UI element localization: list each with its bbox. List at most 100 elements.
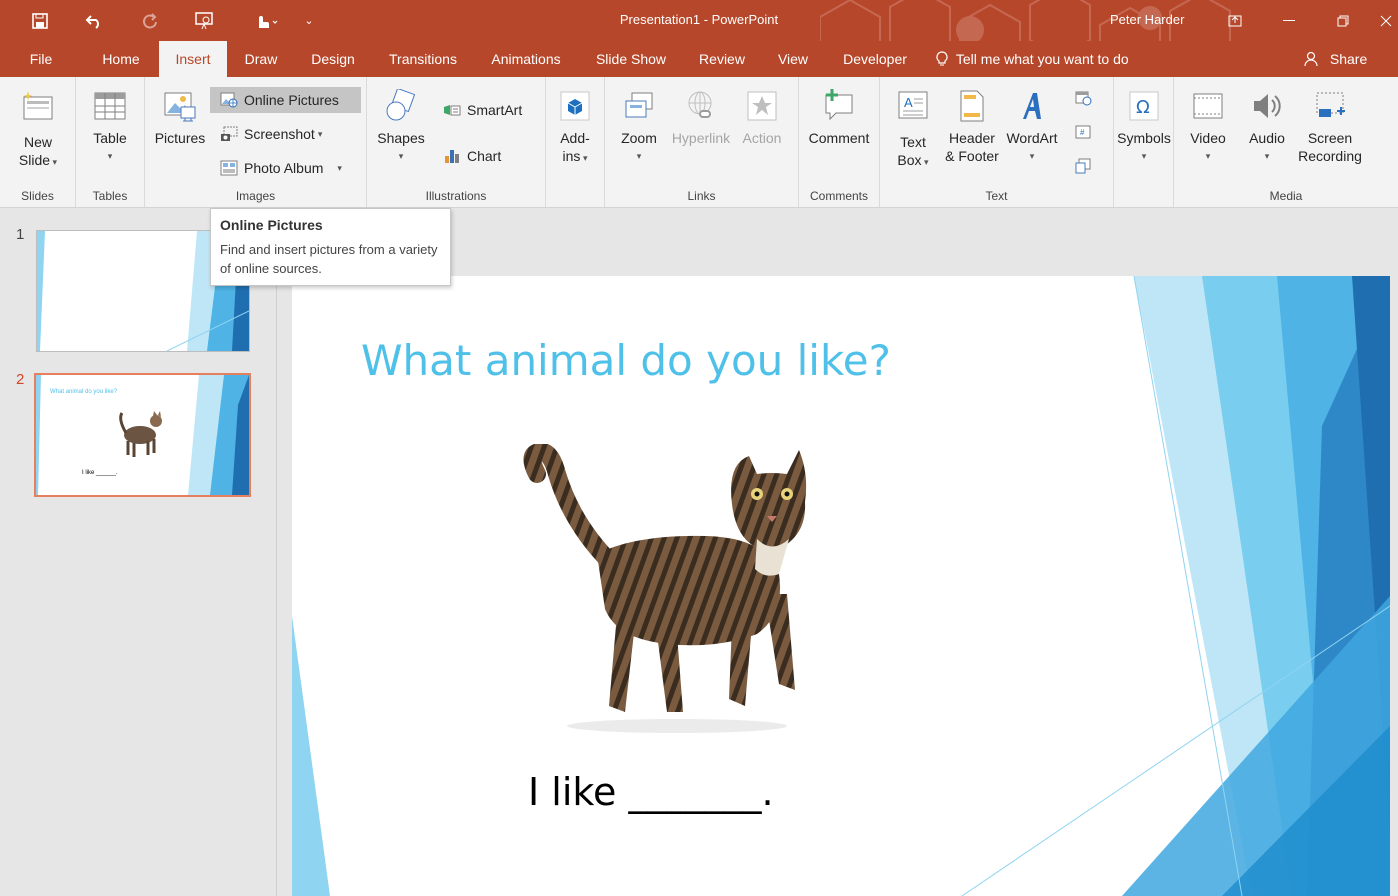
slide-thumbnail-2-selected[interactable]: What animal do you like? I like ______. (34, 373, 251, 497)
new-slide-button[interactable]: New Slide ▾ (8, 85, 68, 171)
dropdown-arrow-icon: ▾ (398, 151, 404, 161)
text-box-label1: Text (900, 134, 926, 150)
window-title: Presentation1 - PowerPoint (619, 12, 779, 27)
dropdown-arrow-icon: ▾ (337, 163, 342, 173)
ribbon-tabs: File Home Insert Draw Design Transitions… (0, 41, 1398, 77)
tab-file[interactable]: File (18, 41, 64, 77)
user-name[interactable]: Peter Harder (1110, 12, 1184, 27)
chart-button[interactable]: Chart (443, 143, 501, 169)
group-label-links: Links (687, 189, 716, 203)
text-box-button[interactable]: A Text Box ▾ (890, 85, 936, 171)
symbols-button[interactable]: Ω Symbols ▾ (1116, 85, 1172, 165)
hyperlink-button[interactable]: Hyperlink (668, 85, 734, 147)
screen-recording-label2: Recording (1298, 148, 1362, 164)
dropdown-arrow-icon: ▾ (1205, 151, 1211, 161)
smartart-button[interactable]: SmartArt (443, 97, 522, 123)
group-symbols: Ω Symbols ▾ (1114, 77, 1174, 207)
comment-button[interactable]: Comment (805, 85, 873, 147)
table-button[interactable]: Table ▾ (82, 85, 138, 165)
speaker-icon (1250, 89, 1284, 123)
dropdown-arrow-icon: ▾ (580, 153, 588, 163)
comment-label: Comment (808, 130, 870, 146)
add-ins-label2: ins (562, 148, 581, 164)
video-button[interactable]: Video ▾ (1182, 85, 1234, 165)
shapes-button[interactable]: Shapes ▾ (373, 85, 429, 165)
shapes-icon (384, 87, 418, 123)
group-label-illustrations: Illustrations (425, 189, 487, 203)
svg-text:Ω: Ω (1136, 97, 1150, 118)
date-time-button[interactable] (1074, 85, 1098, 111)
table-icon (93, 89, 127, 123)
audio-label: Audio (1249, 130, 1285, 146)
close-icon[interactable] (1374, 0, 1398, 41)
group-comments: Comment Comments (799, 77, 880, 207)
symbols-label: Symbols (1117, 130, 1171, 146)
online-pictures-button[interactable]: Online Pictures (210, 87, 361, 113)
slide-body-text[interactable]: I like _______. (528, 770, 774, 814)
tooltip-description: Find and insert pictures from a variety … (220, 242, 438, 276)
add-ins-button[interactable]: Add- ins ▾ (550, 85, 600, 167)
tab-developer[interactable]: Developer (834, 41, 916, 77)
tab-design[interactable]: Design (302, 41, 364, 77)
cat-image[interactable] (517, 444, 827, 734)
thumbnail-2-title: What animal do you like? (50, 389, 118, 395)
group-images: Pictures Online Pictures Screenshot ▾ Pho… (145, 77, 367, 207)
tab-transitions[interactable]: Transitions (382, 41, 464, 77)
tab-home[interactable]: Home (92, 41, 150, 77)
dropdown-arrow-icon: ▾ (921, 157, 929, 167)
slide-number-button[interactable]: # (1074, 119, 1098, 145)
new-slide-icon (21, 89, 55, 123)
svg-text:A: A (904, 95, 913, 110)
header-footer-button[interactable]: Header & Footer (940, 85, 1004, 165)
object-button[interactable] (1074, 153, 1098, 179)
header-footer-label2: & Footer (945, 148, 999, 164)
chart-icon (445, 150, 459, 163)
slide-number-icon: # (1075, 125, 1091, 139)
new-slide-label2: Slide (18, 152, 51, 168)
pictures-button[interactable]: Pictures (153, 85, 207, 147)
date-time-icon (1075, 91, 1092, 106)
table-label: Table (93, 130, 127, 146)
screen-recording-label1: Screen (1307, 130, 1353, 146)
photo-album-icon (220, 160, 238, 176)
group-media: Video ▾ Audio ▾ Screen Recording Media (1174, 77, 1398, 207)
photo-album-label: Photo Album (244, 160, 324, 176)
share-button[interactable]: Share (1304, 41, 1367, 77)
screenshot-button[interactable]: Screenshot ▾ (220, 121, 322, 147)
header-footer-icon (955, 89, 989, 123)
tab-slide-show[interactable]: Slide Show (588, 41, 674, 77)
restore-icon[interactable] (1320, 0, 1366, 41)
ribbon-display-options-icon[interactable] (1212, 0, 1258, 41)
smartart-icon (444, 105, 461, 116)
tab-view[interactable]: View (768, 41, 818, 77)
tab-review[interactable]: Review (692, 41, 752, 77)
share-label: Share (1329, 51, 1368, 67)
tab-animations[interactable]: Animations (480, 41, 572, 77)
add-ins-icon (558, 89, 592, 123)
audio-button[interactable]: Audio ▾ (1240, 85, 1294, 165)
screen-recording-button[interactable]: Screen Recording (1296, 85, 1364, 165)
dropdown-arrow-icon: ▾ (636, 151, 642, 161)
online-pictures-icon (220, 92, 238, 108)
tell-me-search[interactable]: Tell me what you want to do (936, 41, 1129, 77)
slide-canvas[interactable]: What animal do you like? I like _______. (292, 276, 1390, 896)
group-label-tables: Tables (92, 189, 128, 203)
pictures-icon (163, 89, 197, 123)
thumbnail-number: 2 (16, 371, 25, 388)
tooltip-title: Online Pictures (220, 217, 323, 233)
tell-me-text: Tell me what you want to do (955, 51, 1129, 67)
tab-insert[interactable]: Insert (159, 41, 227, 77)
chart-label: Chart (467, 148, 502, 164)
minimize-icon[interactable] (1266, 0, 1312, 41)
action-button[interactable]: Action (737, 85, 787, 147)
photo-album-button[interactable]: Photo Album ▾ (220, 155, 342, 181)
shapes-label: Shapes (377, 130, 425, 146)
tab-draw[interactable]: Draw (236, 41, 286, 77)
wordart-button[interactable]: WordArt ▾ (1004, 85, 1060, 165)
zoom-button[interactable]: Zoom ▾ (613, 85, 665, 165)
new-slide-label1: New (23, 134, 52, 150)
group-tables: Table ▾ Tables (76, 77, 145, 207)
dropdown-arrow-icon: ▾ (107, 151, 113, 161)
slide-title[interactable]: What animal do you like? (361, 336, 891, 385)
group-label-media: Media (1269, 189, 1303, 203)
